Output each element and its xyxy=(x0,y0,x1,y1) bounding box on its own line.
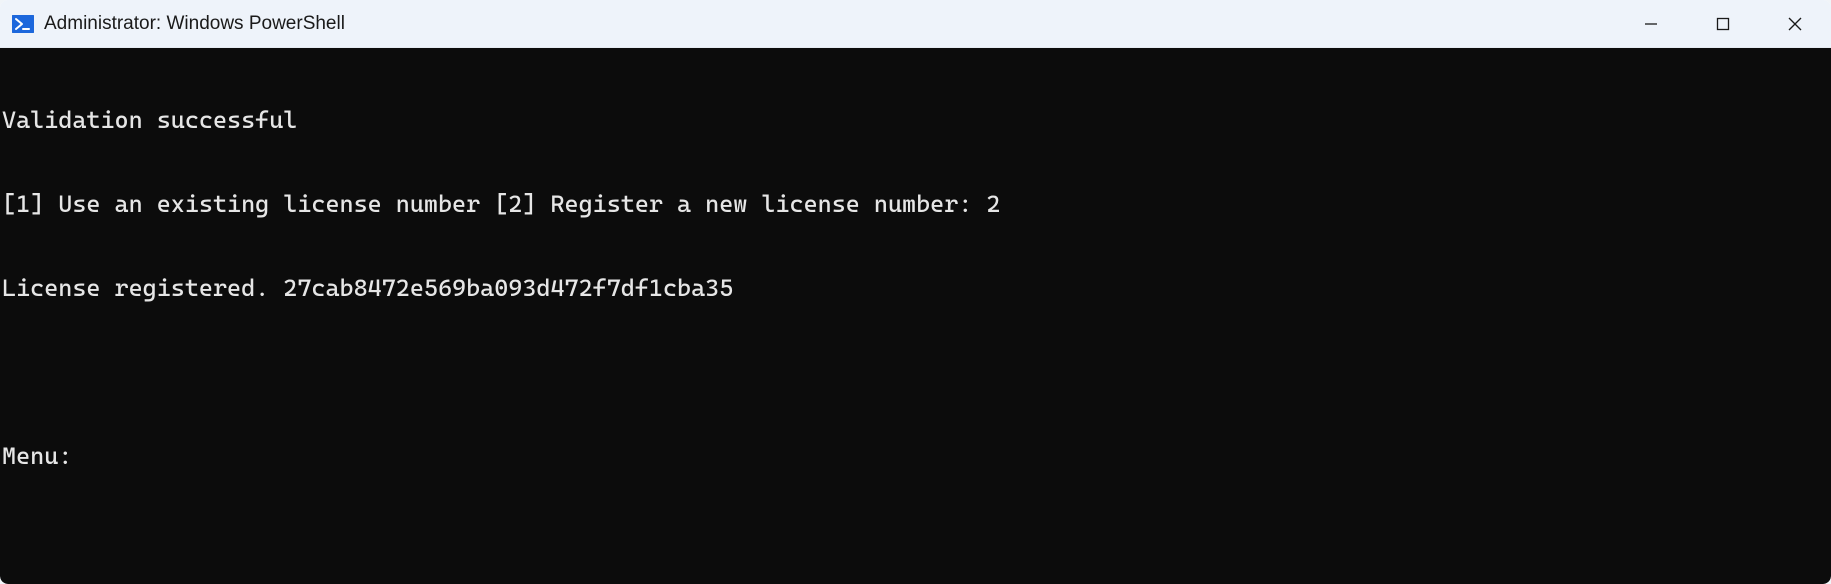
maximize-icon xyxy=(1716,17,1730,31)
close-button[interactable] xyxy=(1759,0,1831,47)
terminal-line: Validation successful xyxy=(2,106,1829,134)
minimize-button[interactable] xyxy=(1615,0,1687,47)
powershell-window: Administrator: Windows PowerShell Valida xyxy=(0,0,1831,584)
terminal-line xyxy=(2,526,1829,554)
titlebar[interactable]: Administrator: Windows PowerShell xyxy=(0,0,1831,48)
powershell-icon xyxy=(12,13,34,35)
terminal-line: [1] Use an existing license number [2] R… xyxy=(2,190,1829,218)
terminal-output[interactable]: Validation successful [1] Use an existin… xyxy=(0,48,1831,584)
close-icon xyxy=(1788,17,1802,31)
minimize-icon xyxy=(1644,17,1658,31)
maximize-button[interactable] xyxy=(1687,0,1759,47)
terminal-line: Menu: xyxy=(2,442,1829,470)
window-title: Administrator: Windows PowerShell xyxy=(44,13,1615,35)
terminal-line: License registered. 27cab8472e569ba093d4… xyxy=(2,274,1829,302)
terminal-line xyxy=(2,358,1829,386)
window-controls xyxy=(1615,0,1831,47)
